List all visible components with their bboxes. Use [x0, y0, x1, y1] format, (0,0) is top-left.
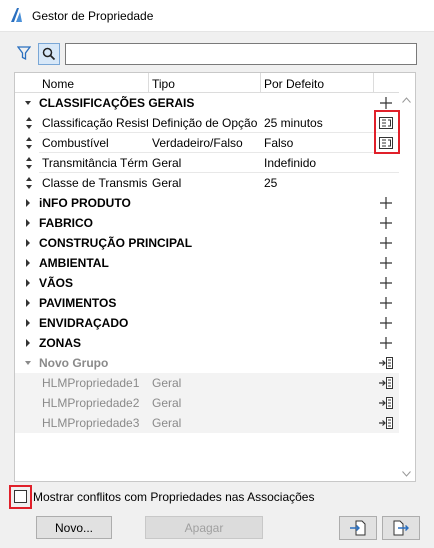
search-icon: [42, 47, 56, 61]
group-row[interactable]: ZONAS: [15, 333, 399, 353]
property-default: Indefinido: [264, 156, 317, 170]
column-header-default[interactable]: Por Defeito: [264, 77, 324, 91]
show-conflicts-label[interactable]: Mostrar conflitos com Propriedades nas A…: [33, 490, 314, 504]
import-button[interactable]: [339, 516, 377, 540]
property-type: Geral: [152, 156, 182, 170]
list-header: Nome Tipo Por Defeito: [15, 73, 399, 93]
group-name: AMBIENTAL: [39, 256, 109, 270]
group-row[interactable]: iNFO PRODUTO: [15, 193, 399, 213]
group-name: CONSTRUÇÃO PRINCIPAL: [39, 236, 193, 250]
plus-icon[interactable]: [378, 255, 394, 271]
property-list: Nome Tipo Por Defeito CLASSIFICAÇÕES GER…: [14, 72, 416, 482]
property-name: HLMPropriedade1: [42, 376, 140, 390]
archicad-icon: [11, 8, 22, 22]
property-name: Transmitância Térmi...: [42, 156, 148, 170]
assign-property-icon[interactable]: [378, 415, 394, 431]
scrollbar[interactable]: [398, 73, 415, 481]
new-button[interactable]: Novo...: [36, 516, 112, 539]
plus-icon[interactable]: [378, 95, 394, 111]
plus-icon[interactable]: [378, 195, 394, 211]
property-row[interactable]: Classe de Transmis... Geral 25: [15, 173, 399, 193]
group-name: ZONAS: [39, 336, 81, 350]
show-conflicts-checkbox[interactable]: [14, 490, 27, 503]
highlight-frame: [374, 110, 400, 154]
sort-handle-icon[interactable]: [26, 176, 32, 190]
plus-icon[interactable]: [378, 335, 394, 351]
assign-property-icon[interactable]: [378, 395, 394, 411]
export-button[interactable]: [382, 516, 420, 540]
group-name: PAVIMENTOS: [39, 296, 117, 310]
plus-icon[interactable]: [378, 235, 394, 251]
delete-button[interactable]: Apagar: [145, 516, 263, 539]
column-divider: [148, 73, 149, 93]
group-name: FABRICO: [39, 216, 93, 230]
group-name: ENVIDRAÇADO: [39, 316, 129, 330]
import-icon: [350, 520, 366, 536]
plus-icon[interactable]: [378, 315, 394, 331]
export-icon: [393, 520, 409, 536]
group-row[interactable]: AMBIENTAL: [15, 253, 399, 273]
group-row[interactable]: FABRICO: [15, 213, 399, 233]
group-row[interactable]: VÃOS: [15, 273, 399, 293]
group-row[interactable]: PAVIMENTOS: [15, 293, 399, 313]
plus-icon[interactable]: [378, 215, 394, 231]
chevron-right-icon[interactable]: [24, 238, 32, 248]
group-row-novo-grupo[interactable]: Novo Grupo: [15, 353, 399, 373]
property-default: Falso: [264, 136, 294, 150]
assign-property-icon[interactable]: [378, 375, 394, 391]
group-name: CLASSIFICAÇÕES GERAIS: [39, 96, 195, 110]
hlm-property-row[interactable]: HLMPropriedade1 Geral: [15, 373, 399, 393]
property-name: HLMPropriedade3: [42, 416, 140, 430]
chevron-right-icon[interactable]: [24, 258, 32, 268]
property-name: Classe de Transmis...: [42, 176, 148, 190]
column-header-name[interactable]: Nome: [42, 77, 74, 91]
chevron-right-icon[interactable]: [24, 198, 32, 208]
property-row[interactable]: Combustível Verdadeiro/Falso Falso: [15, 133, 399, 153]
property-row[interactable]: Transmitância Térmi... Geral Indefinido: [15, 153, 399, 173]
plus-icon[interactable]: [378, 295, 394, 311]
search-button[interactable]: [38, 43, 60, 65]
scroll-up-icon[interactable]: [402, 97, 411, 103]
group-name: VÃOS: [39, 276, 74, 290]
chevron-right-icon[interactable]: [24, 318, 32, 328]
hlm-property-row[interactable]: HLMPropriedade2 Geral: [15, 393, 399, 413]
hlm-property-row[interactable]: HLMPropriedade3 Geral: [15, 413, 399, 433]
property-type: Geral: [152, 416, 182, 430]
chevron-down-icon[interactable]: [24, 358, 32, 368]
property-name: HLMPropriedade2: [42, 396, 140, 410]
column-header-type[interactable]: Tipo: [152, 77, 175, 91]
property-type: Verdadeiro/Falso: [152, 136, 243, 150]
property-type: Geral: [152, 176, 182, 190]
chevron-right-icon[interactable]: [24, 278, 32, 288]
window-title: Gestor de Propriedade: [32, 9, 154, 23]
sort-handle-icon[interactable]: [26, 136, 32, 150]
chevron-down-icon[interactable]: [24, 98, 32, 108]
property-type: Geral: [152, 396, 182, 410]
group-name: iNFO PRODUTO: [39, 196, 131, 210]
property-name: Classificação Resist...: [42, 116, 148, 130]
title-bar: Gestor de Propriedade: [0, 0, 434, 32]
property-default: 25: [264, 176, 278, 190]
search-input[interactable]: [65, 43, 417, 65]
group-row-classificacoes-gerais[interactable]: CLASSIFICAÇÕES GERAIS: [15, 93, 399, 113]
property-row[interactable]: Classificação Resist... Definição de Opç…: [15, 113, 399, 133]
property-type: Geral: [152, 376, 182, 390]
group-row[interactable]: CONSTRUÇÃO PRINCIPAL: [15, 233, 399, 253]
sort-handle-icon[interactable]: [26, 156, 32, 170]
chevron-right-icon[interactable]: [24, 218, 32, 228]
group-name: Novo Grupo: [39, 356, 109, 370]
scroll-down-icon[interactable]: [402, 471, 411, 477]
plus-icon[interactable]: [378, 275, 394, 291]
group-row[interactable]: ENVIDRAÇADO: [15, 313, 399, 333]
sort-handle-icon[interactable]: [26, 116, 32, 130]
property-default: 25 minutos: [264, 116, 323, 130]
property-type: Definição de Opção: [152, 116, 258, 130]
column-divider: [373, 73, 374, 93]
column-divider: [260, 73, 261, 93]
assign-group-icon[interactable]: [378, 355, 394, 371]
chevron-right-icon[interactable]: [24, 338, 32, 348]
filter-icon[interactable]: [17, 45, 31, 61]
chevron-right-icon[interactable]: [24, 298, 32, 308]
property-name: Combustível: [42, 136, 109, 150]
